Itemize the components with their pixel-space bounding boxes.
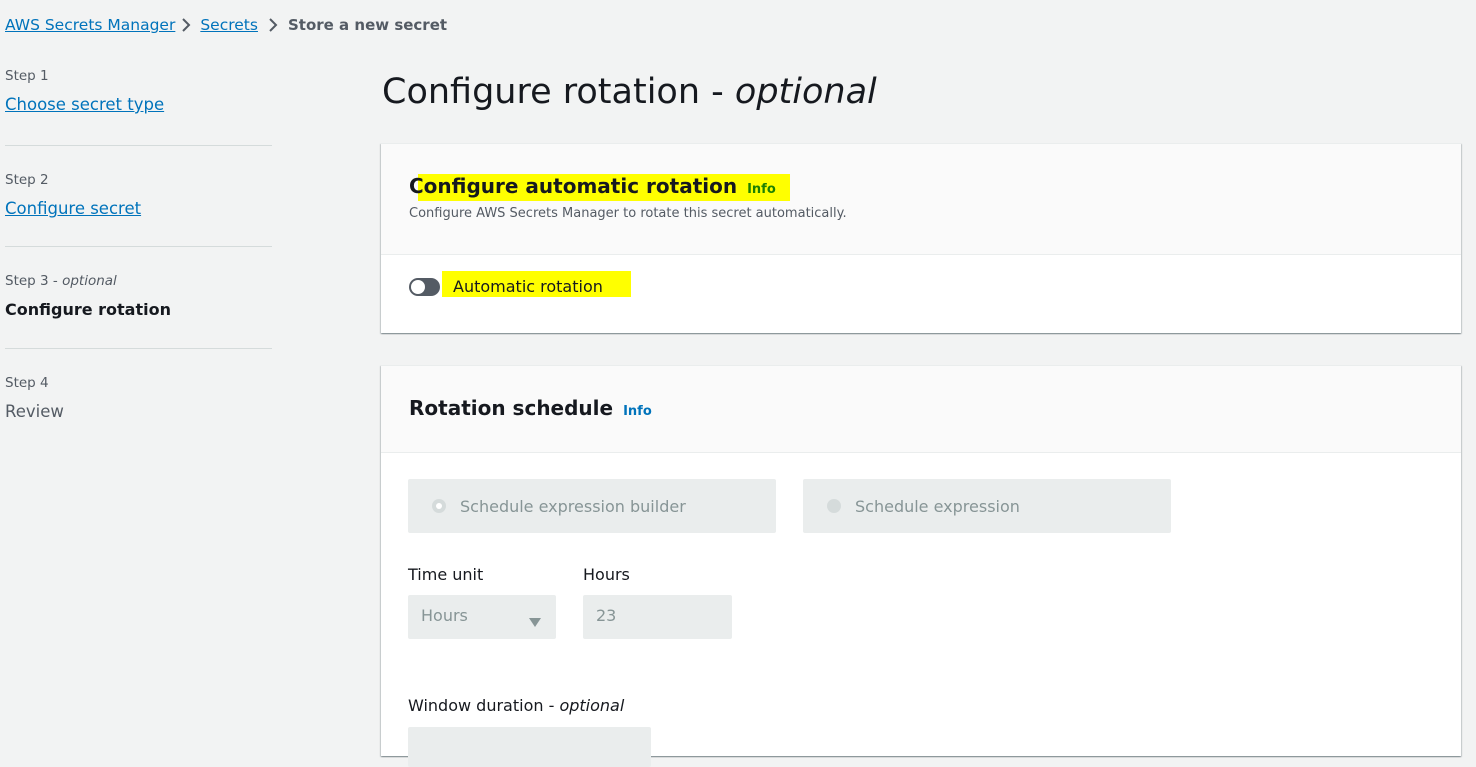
automatic-rotation-toggle-row: Automatic rotation [409, 277, 603, 296]
toggle-label: Automatic rotation [453, 277, 603, 296]
step-review: Review [5, 402, 64, 421]
step-1: Step 1 Choose secret type [5, 66, 272, 146]
option-label: Schedule expression builder [460, 496, 686, 516]
schedule-expression-builder-option[interactable]: Schedule expression builder [408, 479, 776, 533]
step-number: Step 4 [5, 375, 49, 391]
breadcrumb-link-secrets[interactable]: Secrets [200, 16, 258, 34]
time-unit-label: Time unit [408, 565, 484, 584]
page-title: Configure rotation - optional [382, 72, 877, 112]
option-label: Schedule expression [855, 496, 1020, 516]
wizard-steps: Step 1 Choose secret type Step 2 Configu… [5, 66, 272, 423]
hours-label: Hours [583, 565, 630, 584]
step-current-configure-rotation: Configure rotation [5, 300, 171, 319]
breadcrumb: AWS Secrets Manager Secrets Store a new … [5, 14, 447, 36]
step-link-configure-secret[interactable]: Configure secret [5, 199, 141, 218]
automatic-rotation-toggle[interactable] [409, 277, 440, 296]
step-number: Step 3 - optional [5, 273, 117, 289]
panel-title: Rotation schedule Info [409, 396, 652, 420]
panel-title: Configure automatic rotation Info [409, 174, 776, 198]
breadcrumb-current: Store a new secret [287, 16, 448, 34]
step-number: Step 2 [5, 172, 49, 188]
toggle-knob [411, 279, 425, 294]
schedule-expression-option[interactable]: Schedule expression [803, 479, 1171, 533]
step-2: Step 2 Configure secret [5, 146, 272, 247]
breadcrumb-link-secrets-manager[interactable]: AWS Secrets Manager [5, 16, 175, 34]
step-link-choose-secret-type[interactable]: Choose secret type [5, 95, 164, 114]
input-value: 23 [596, 606, 617, 625]
panel-description: Configure AWS Secrets Manager to rotate … [409, 206, 847, 221]
rotation-schedule-panel: Rotation schedule Info Schedule expressio… [381, 365, 1461, 767]
chevron-right-icon [175, 18, 197, 32]
window-duration-label: Window duration - optional [408, 696, 625, 715]
automatic-rotation-panel: Configure automatic rotation Info Configu… [381, 143, 1461, 333]
info-link[interactable]: Info [623, 404, 652, 419]
radio-button [432, 499, 446, 513]
hours-input[interactable]: 23 [583, 595, 732, 639]
step-number: Step 1 [5, 68, 49, 84]
window-duration-input[interactable] [408, 727, 651, 767]
step-4: Step 4 Review [5, 349, 272, 423]
caret-down-icon [529, 612, 541, 631]
panel-header: Rotation schedule Info [381, 366, 1461, 453]
select-value: Hours [421, 606, 468, 625]
panel-header: Configure automatic rotation Info Configu… [381, 144, 1461, 255]
step-3: Step 3 - optional Configure rotation [5, 247, 272, 349]
chevron-right-icon [262, 18, 284, 32]
radio-button [827, 499, 841, 513]
time-unit-select[interactable]: Hours [408, 595, 556, 639]
info-link[interactable]: Info [747, 182, 776, 197]
